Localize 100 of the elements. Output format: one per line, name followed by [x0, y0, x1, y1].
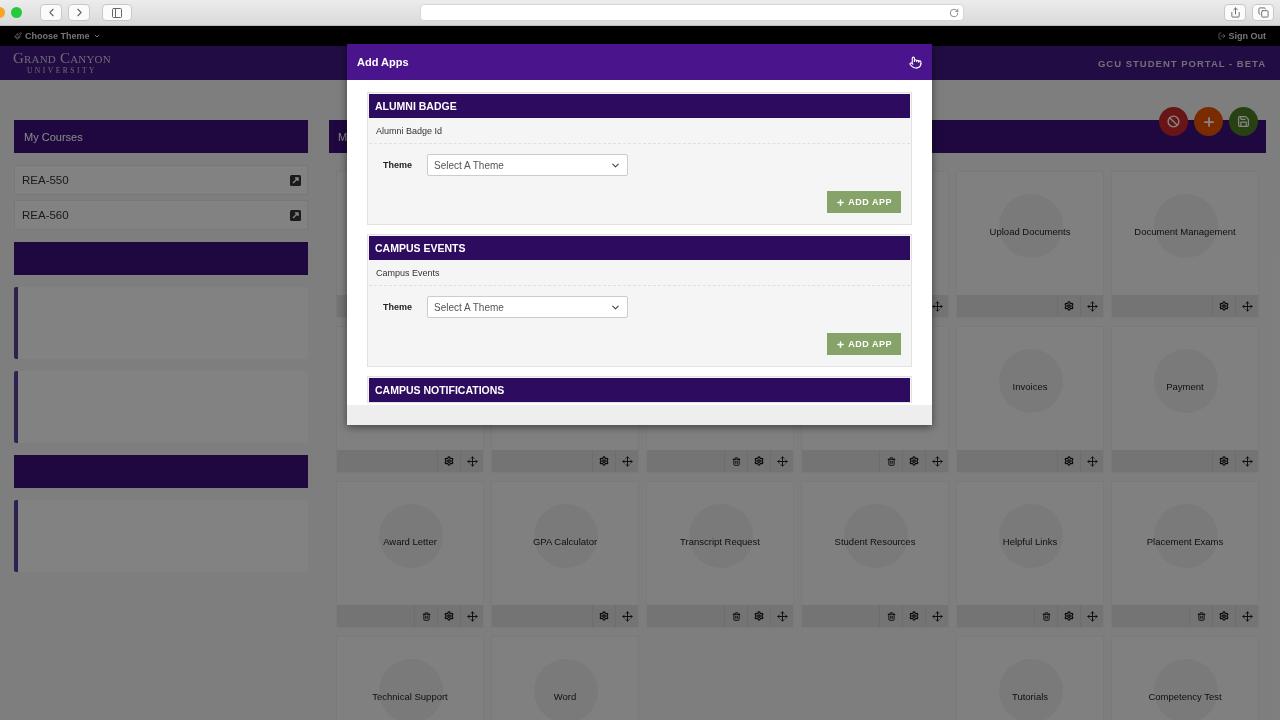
settings-icon [754, 456, 764, 466]
app-tile[interactable]: Invoices [956, 326, 1104, 473]
settings-icon [599, 611, 609, 621]
tile-label: Invoices [1012, 380, 1048, 392]
settings-icon [1219, 611, 1229, 621]
add-app-button[interactable]: ADD APP [827, 191, 901, 213]
app-tile[interactable]: Technical Support [336, 636, 484, 720]
sign-out-link[interactable]: Sign Out [1217, 31, 1266, 41]
move-icon [621, 455, 633, 467]
tile-label: Tutorials [1011, 690, 1049, 702]
app-tile[interactable]: Helpful Links [956, 481, 1104, 628]
plus-icon [836, 197, 846, 207]
tile-label: Transcript Request [680, 535, 760, 547]
tabs-button[interactable] [1252, 4, 1274, 21]
tabs-icon [1257, 7, 1269, 18]
settings-icon [1219, 456, 1229, 466]
brush-icon [14, 32, 22, 40]
tile-label: Student Resources [834, 535, 916, 547]
reload-icon[interactable] [949, 7, 959, 18]
app-tile[interactable]: Tutorials [956, 636, 1104, 720]
tile-label: Award Letter [383, 535, 437, 547]
logo-text: Grand Canyon [13, 51, 111, 67]
settings-icon [599, 456, 609, 466]
settings-icon [1064, 456, 1074, 466]
external-link-icon[interactable] [290, 174, 301, 186]
section-description: Campus Events [369, 260, 910, 286]
close-button[interactable] [909, 55, 922, 69]
settings-icon [1219, 301, 1229, 311]
dialog-title: Add Apps [357, 56, 409, 68]
settings-icon [909, 611, 919, 621]
section-title: CAMPUS NOTIFICATIONS [369, 378, 910, 402]
tile-label: Payment [1166, 380, 1204, 392]
move-icon [1241, 610, 1253, 622]
theme-label: Theme [383, 160, 413, 170]
app-tile[interactable]: Upload Documents [956, 171, 1104, 318]
move-icon [776, 610, 788, 622]
settings-icon [909, 456, 919, 466]
app-tile[interactable]: Payment [1111, 326, 1259, 473]
move-icon [1086, 300, 1098, 312]
trash-icon [731, 611, 741, 621]
app-tile[interactable]: Award Letter [336, 481, 484, 628]
choose-theme-menu[interactable]: Choose Theme [14, 31, 101, 41]
app-tile[interactable]: Word [491, 636, 639, 720]
app-tile[interactable]: GPA Calculator [491, 481, 639, 628]
move-icon [1241, 300, 1253, 312]
external-link-icon[interactable] [290, 209, 301, 221]
app-tile[interactable]: Transcript Request [646, 481, 794, 628]
move-icon [1241, 455, 1253, 467]
theme-select[interactable]: Select A Theme [427, 296, 628, 318]
trash-icon [731, 456, 741, 466]
tile-label: Document Management [1134, 225, 1236, 237]
trash-icon [886, 456, 896, 466]
app-tile[interactable]: Placement Exams [1111, 481, 1259, 628]
prohibited-icon [1167, 115, 1180, 128]
tile-label: GPA Calculator [532, 535, 598, 547]
trash-icon [886, 611, 896, 621]
sidebar-icon [111, 6, 123, 19]
move-icon [1086, 610, 1098, 622]
app-tile[interactable]: Competency Test [1111, 636, 1259, 720]
sidebar-button[interactable] [102, 4, 132, 21]
move-icon [776, 455, 788, 467]
course-code: REA-550 [22, 174, 69, 186]
move-icon [931, 610, 943, 622]
panel-title: My Courses [24, 130, 83, 143]
section-title: CAMPUS EVENTS [369, 236, 910, 260]
course-item[interactable]: REA-560 [14, 200, 308, 230]
section-description: Alumni Badge Id [369, 118, 910, 144]
back-button[interactable] [40, 4, 62, 21]
share-icon [1229, 7, 1241, 18]
hand-cursor-icon [909, 55, 922, 69]
trash-icon [421, 611, 431, 621]
plus-icon [1201, 114, 1216, 129]
tile-label: Competency Test [1148, 690, 1222, 702]
panel-title: M [338, 130, 348, 143]
trash-icon [1041, 611, 1051, 621]
move-icon [621, 610, 633, 622]
caret-icon [92, 32, 101, 40]
section-title: ALUMNI BADGE [369, 94, 910, 118]
trash-icon [1196, 611, 1206, 621]
move-icon [931, 455, 943, 467]
sign-out-icon [1217, 32, 1226, 40]
tile-label: Word [553, 690, 577, 702]
course-item[interactable]: REA-550 [14, 165, 308, 195]
move-icon [1086, 455, 1098, 467]
share-button[interactable] [1224, 4, 1246, 21]
settings-icon [1064, 611, 1074, 621]
forward-button[interactable] [68, 4, 90, 21]
add-app-button[interactable]: ADD APP [827, 333, 901, 355]
app-tile[interactable]: Document Management [1111, 171, 1259, 318]
theme-label: Theme [383, 302, 413, 312]
move-icon [466, 610, 478, 622]
settings-icon [444, 611, 454, 621]
app-tile[interactable]: Student Resources [801, 481, 949, 628]
move-icon [931, 300, 943, 312]
settings-icon [1064, 301, 1074, 311]
tile-label: Helpful Links [1002, 535, 1058, 547]
settings-icon [444, 456, 454, 466]
tile-label: Technical Support [372, 690, 448, 702]
theme-select[interactable]: Select A Theme [427, 154, 628, 176]
tile-label: Placement Exams [1146, 535, 1224, 547]
